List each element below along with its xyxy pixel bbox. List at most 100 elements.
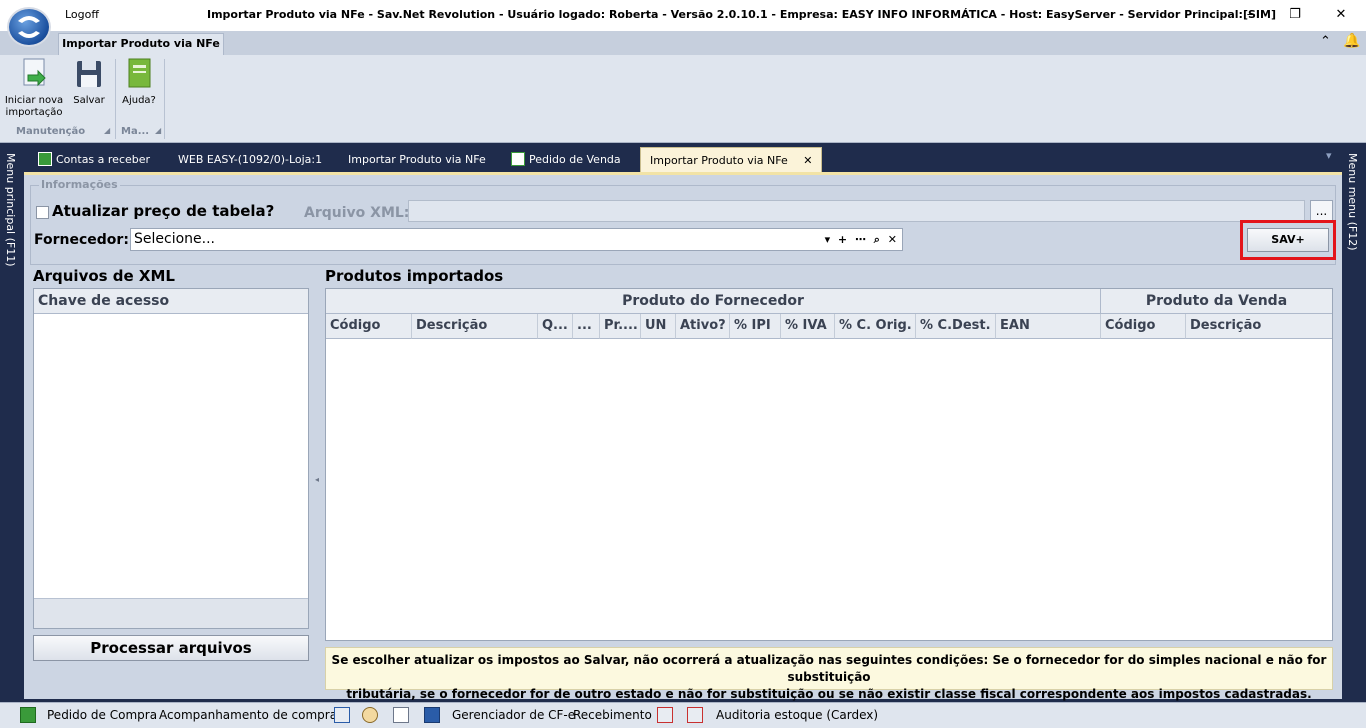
tab-label: Importar Produto via NFe: [348, 153, 486, 166]
tab-label: Importar Produto via NFe: [650, 154, 788, 167]
informacoes-group: Informações Atualizar preço de tabela? A…: [30, 178, 1336, 265]
xml-files-title: Arquivos de XML: [33, 267, 175, 285]
document-tab-strip: Contas a receber WEB EASY-(1092/0)-Loja:…: [24, 143, 1342, 173]
supplier-select[interactable]: Selecione... ▾ + ⋯ ⌕ ✕: [130, 228, 903, 251]
menu-sidebar-right[interactable]: Menu menu (F12): [1342, 143, 1366, 703]
tax-update-notice: Se escolher atualizar os impostos ao Sal…: [325, 647, 1333, 701]
browse-xml-button[interactable]: ...: [1310, 200, 1333, 222]
supplier-label: Fornecedor:: [34, 232, 129, 248]
tab-overflow-icon[interactable]: ▾: [1326, 149, 1332, 162]
new-import-button[interactable]: Iniciar nova importação: [4, 57, 64, 119]
ribbon-tab-strip: Importar Produto via NFe ⌃ 🔔: [0, 31, 1366, 55]
ribbon-panel: Iniciar nova importação Salvar Ajuda? Ma…: [0, 55, 1366, 143]
update-price-label[interactable]: Atualizar preço de tabela?: [52, 202, 274, 220]
col-c-dest[interactable]: % C.Dest.: [916, 314, 996, 339]
tab-contas-a-receber[interactable]: Contas a receber: [38, 147, 150, 172]
imported-products-grid[interactable]: Produto do Fornecedor Produto da Venda C…: [325, 288, 1333, 641]
supplier-actions-icons[interactable]: ▾ + ⋯ ⌕ ✕: [825, 229, 899, 250]
tab-label: WEB EASY-(1092/0)-Loja:1: [178, 153, 323, 166]
main-content: Informações Atualizar preço de tabela? A…: [24, 172, 1342, 701]
col-c-orig[interactable]: % C. Orig.: [835, 314, 916, 339]
notice-line-1: Se escolher atualizar os impostos ao Sal…: [331, 653, 1327, 684]
process-files-button[interactable]: Processar arquivos: [33, 635, 309, 661]
col-descricao[interactable]: Descrição: [412, 314, 538, 339]
tab-label: Pedido de Venda: [529, 153, 621, 166]
group-launcher-icon[interactable]: ◢: [104, 126, 110, 135]
xml-file-input[interactable]: [408, 200, 1305, 222]
tools-icon[interactable]: [687, 707, 703, 723]
group-separator: [164, 59, 165, 139]
col-ipi[interactable]: % IPI: [730, 314, 781, 339]
update-price-checkbox[interactable]: [36, 206, 49, 219]
xml-file-label: Arquivo XML:: [304, 205, 410, 221]
imported-products-title: Produtos importados: [325, 267, 504, 285]
col-ellipsis[interactable]: ...: [573, 314, 600, 339]
report-icon[interactable]: [393, 707, 409, 723]
group-label-ma: Ma...: [121, 126, 150, 137]
process-files-label: Processar arquivos: [90, 639, 252, 657]
access-key-column-header[interactable]: Chave de acesso: [34, 289, 308, 314]
tab-web-easy[interactable]: WEB EASY-(1092/0)-Loja:1: [178, 147, 322, 172]
group-label-manutencao: Manutenção: [16, 126, 86, 137]
band-produto-fornecedor: Produto do Fornecedor: [326, 289, 1101, 314]
collapse-ribbon-icon[interactable]: ⌃: [1320, 34, 1331, 49]
col-ean[interactable]: EAN: [996, 314, 1101, 339]
save-button[interactable]: Salvar: [70, 57, 108, 107]
sav-plus-button[interactable]: SAV+: [1247, 228, 1329, 252]
window-title: Importar Produto via NFe - Sav.Net Revol…: [207, 8, 1276, 21]
supplier-value: Selecione...: [134, 231, 215, 247]
receiving-link[interactable]: Recebimento: [573, 708, 652, 722]
new-import-label-1: Iniciar nova: [4, 95, 64, 106]
users-icon[interactable]: [362, 707, 378, 723]
col-iva[interactable]: % IVA: [781, 314, 835, 339]
col-quantidade[interactable]: Q...: [538, 314, 573, 339]
col-preco[interactable]: Pr....: [600, 314, 641, 339]
cfe-manager-icon[interactable]: [424, 707, 440, 723]
order-document-icon: [511, 152, 525, 166]
ribbon-tab-importar[interactable]: Importar Produto via NFe: [58, 33, 224, 55]
notification-bell-icon[interactable]: 🔔: [1343, 33, 1360, 49]
purchase-tracking-link[interactable]: Acompanhamento de compra: [159, 708, 337, 722]
minimize-button[interactable]: –: [1240, 6, 1260, 24]
spreadsheet-icon: [38, 152, 52, 166]
add-document-icon[interactable]: [334, 707, 350, 723]
sav-highlight-box: SAV+: [1240, 220, 1336, 260]
restore-button[interactable]: ❐: [1285, 6, 1305, 24]
import-document-icon: [23, 58, 46, 87]
close-window-button[interactable]: ✕: [1331, 6, 1351, 24]
quick-access-bar: Pedido de Compra Acompanhamento de compr…: [0, 702, 1366, 728]
tab-importar-produto-1[interactable]: Importar Produto via NFe: [348, 147, 486, 172]
floppy-disk-icon: [77, 61, 101, 87]
splitter-arrow-icon[interactable]: ◂: [315, 475, 319, 484]
group-separator: [115, 59, 116, 139]
purchase-order-link[interactable]: Pedido de Compra: [47, 708, 157, 722]
logoff-link[interactable]: Logoff: [65, 8, 99, 21]
save-label: Salvar: [73, 95, 105, 106]
tab-label: Contas a receber: [56, 153, 151, 166]
cfe-manager-link[interactable]: Gerenciador de CF-e: [452, 708, 575, 722]
col-un[interactable]: UN: [641, 314, 676, 339]
notice-line-2: tributária, se o fornecedor for de outro…: [346, 687, 1312, 701]
main-menu-sidebar[interactable]: Menu principal (F11): [0, 143, 24, 703]
xml-files-list[interactable]: Chave de acesso: [33, 288, 309, 629]
band-produto-venda: Produto da Venda: [1101, 289, 1332, 314]
help-book-icon: [128, 58, 151, 88]
col-descricao-venda[interactable]: Descrição: [1186, 314, 1332, 339]
stock-audit-link[interactable]: Auditoria estoque (Cardex): [716, 708, 878, 722]
right-menu-label: Menu menu (F12): [1346, 153, 1359, 251]
close-tab-icon[interactable]: ✕: [803, 154, 812, 167]
col-codigo[interactable]: Código: [326, 314, 412, 339]
informacoes-legend: Informações: [39, 178, 120, 191]
group-launcher-icon[interactable]: ◢: [155, 126, 161, 135]
main-menu-label: Menu principal (F11): [4, 153, 17, 267]
title-bar: Logoff Importar Produto via NFe - Sav.Ne…: [0, 0, 1366, 31]
app-logo-icon[interactable]: [7, 7, 51, 47]
help-button[interactable]: Ajuda?: [119, 57, 159, 107]
help-label: Ajuda?: [122, 95, 156, 106]
col-ativo[interactable]: Ativo?: [676, 314, 730, 339]
tab-pedido-de-venda[interactable]: Pedido de Venda: [511, 147, 621, 172]
tools-icon[interactable]: [657, 707, 673, 723]
col-codigo-venda[interactable]: Código: [1101, 314, 1186, 339]
tab-importar-produto-active[interactable]: Importar Produto via NFe ✕: [640, 147, 823, 172]
purchase-order-icon[interactable]: [20, 707, 36, 723]
